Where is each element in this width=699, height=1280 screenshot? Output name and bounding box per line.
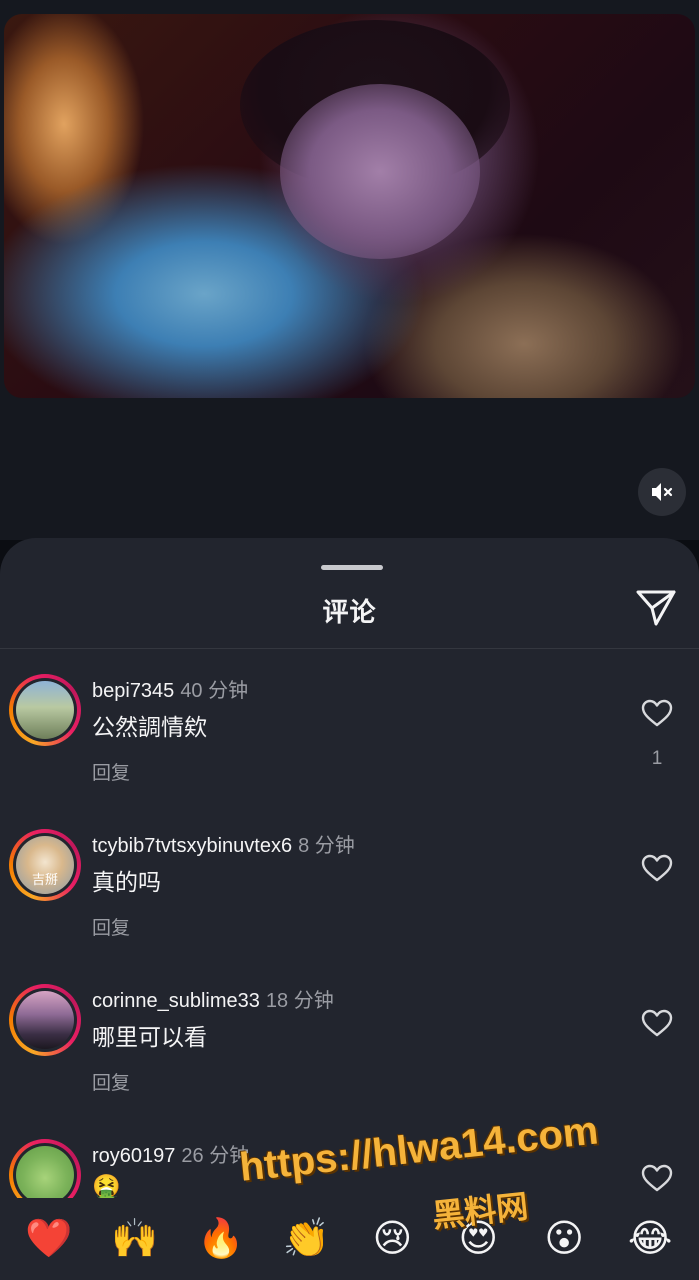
comment-time: 18 分钟 bbox=[265, 990, 334, 1012]
heart-icon[interactable] bbox=[640, 1008, 674, 1038]
comment-username[interactable]: corinne_sublime33 bbox=[92, 990, 260, 1012]
avatar-image bbox=[16, 1146, 74, 1204]
comment-header: tcybib7tvtsxybinuvtex6 8 分钟 bbox=[92, 829, 355, 858]
reply-button[interactable]: 回复 bbox=[92, 1068, 130, 1095]
avatar-image bbox=[16, 991, 74, 1049]
comment-item: 吉掰 tcybib7tvtsxybinuvtex6 8 分钟 真的吗 回复 bbox=[0, 829, 699, 979]
video-frame[interactable] bbox=[4, 14, 695, 398]
like-count: 1 bbox=[651, 748, 663, 769]
comment-item: bepi7345 40 分钟 公然調情欸 回复 1 bbox=[0, 674, 699, 824]
comment-time: 8 分钟 bbox=[298, 835, 355, 857]
send-paper-plane-icon bbox=[636, 590, 676, 626]
emoji-clap-button[interactable]: 👏 bbox=[277, 1198, 337, 1280]
avatar[interactable]: 吉掰 bbox=[9, 829, 81, 901]
comment-username[interactable]: bepi7345 bbox=[92, 680, 174, 702]
mute-button[interactable] bbox=[638, 468, 686, 516]
emoji-reaction-bar: ❤️ 🙌 🔥 👏 😢 😍 😮 😂 bbox=[0, 1198, 699, 1280]
heart-icon[interactable] bbox=[640, 1163, 674, 1193]
comment-username[interactable]: tcybib7tvtsxybinuvtex6 bbox=[92, 835, 292, 857]
emoji-raised-hands-button[interactable]: 🙌 bbox=[105, 1198, 165, 1280]
comment-username[interactable]: roy60197 bbox=[92, 1145, 175, 1167]
avatar[interactable] bbox=[9, 984, 81, 1056]
heart-icon[interactable] bbox=[640, 698, 674, 728]
avatar-caption: 吉掰 bbox=[31, 872, 58, 887]
emoji-fire-button[interactable]: 🔥 bbox=[191, 1198, 251, 1280]
speaker-muted-icon bbox=[652, 483, 673, 501]
comment-text: 公然調情欸 bbox=[92, 714, 207, 740]
sheet-title: 评论 bbox=[322, 597, 377, 627]
comment-text: 真的吗 bbox=[92, 869, 161, 895]
video-area bbox=[0, 0, 699, 540]
comment-header: roy60197 26 分钟 bbox=[92, 1139, 249, 1168]
sheet-grabber[interactable] bbox=[321, 565, 383, 570]
reply-button[interactable]: 回复 bbox=[92, 913, 130, 940]
emoji-surprised-button[interactable]: 😮 bbox=[534, 1198, 594, 1280]
comment-text: 🤮 bbox=[92, 1173, 121, 1199]
avatar-image: 吉掰 bbox=[16, 836, 74, 894]
comment-header: corinne_sublime33 18 分钟 bbox=[92, 984, 334, 1013]
comment-text: 哪里可以看 bbox=[92, 1024, 207, 1050]
emoji-joy-button[interactable]: 😂 bbox=[620, 1198, 680, 1280]
avatar[interactable] bbox=[9, 674, 81, 746]
share-button[interactable] bbox=[634, 586, 678, 630]
emoji-heart-button[interactable]: ❤️ bbox=[19, 1198, 79, 1280]
heart-icon[interactable] bbox=[640, 853, 674, 883]
reply-button[interactable]: 回复 bbox=[92, 758, 130, 785]
comment-header: bepi7345 40 分钟 bbox=[92, 674, 248, 703]
comment-time: 40 分钟 bbox=[180, 680, 249, 702]
divider bbox=[0, 648, 699, 649]
avatar-image bbox=[16, 681, 74, 739]
video-content bbox=[280, 84, 480, 259]
emoji-crying-button[interactable]: 😢 bbox=[362, 1198, 422, 1280]
